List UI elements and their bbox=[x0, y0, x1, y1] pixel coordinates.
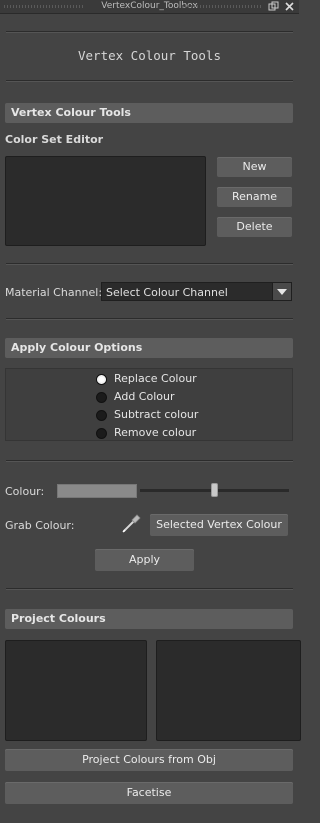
frame-project-colours[interactable]: Project Colours bbox=[5, 609, 293, 629]
colour-label: Colour: bbox=[5, 485, 45, 498]
source-object-list[interactable] bbox=[5, 640, 147, 741]
separator bbox=[6, 588, 293, 590]
material-channel-selected: Select Colour Channel bbox=[106, 286, 228, 299]
close-icon[interactable] bbox=[284, 1, 295, 12]
apply-button[interactable]: Apply bbox=[95, 549, 194, 571]
radio-label: Remove colour bbox=[114, 426, 197, 439]
window-titlebar[interactable]: VertexColour_Toolbox bbox=[0, 0, 299, 14]
colour-swatch[interactable] bbox=[57, 484, 137, 498]
new-button[interactable]: New bbox=[217, 157, 292, 177]
separator bbox=[6, 31, 293, 33]
radio-unselected-icon[interactable] bbox=[96, 392, 107, 403]
color-set-list[interactable] bbox=[5, 156, 206, 246]
material-channel-dropdown[interactable]: Select Colour Channel bbox=[101, 282, 292, 301]
radio-selected-icon[interactable] bbox=[96, 374, 107, 385]
facetise-button[interactable]: Facetise bbox=[5, 782, 293, 804]
frame-vertex-colour-tools[interactable]: Vertex Colour Tools bbox=[5, 103, 293, 123]
target-object-list[interactable] bbox=[156, 640, 301, 741]
radio-unselected-icon[interactable] bbox=[96, 410, 107, 421]
eyedropper-icon[interactable] bbox=[120, 512, 142, 534]
page-title: Vertex Colour Tools bbox=[78, 48, 221, 63]
material-channel-label: Material Channel: bbox=[5, 286, 103, 299]
grab-colour-label: Grab Colour: bbox=[5, 519, 75, 532]
radio-label: Replace Colour bbox=[114, 372, 197, 385]
delete-button[interactable]: Delete bbox=[217, 217, 292, 237]
project-colours-from-obj-button[interactable]: Project Colours from Obj bbox=[5, 749, 293, 771]
chevron-down-icon[interactable] bbox=[272, 283, 291, 300]
frame-apply-colour-options[interactable]: Apply Colour Options bbox=[5, 338, 293, 358]
radio-unselected-icon[interactable] bbox=[96, 428, 107, 439]
colour-slider-handle[interactable] bbox=[211, 483, 218, 497]
separator bbox=[6, 263, 293, 265]
selected-vertex-colour-button[interactable]: Selected Vertex Colour bbox=[150, 514, 288, 536]
separator bbox=[6, 80, 293, 82]
rename-button[interactable]: Rename bbox=[217, 187, 292, 207]
radio-label: Add Colour bbox=[114, 390, 175, 403]
color-set-editor-label: Color Set Editor bbox=[5, 133, 104, 146]
separator bbox=[6, 460, 293, 462]
radio-label: Subtract colour bbox=[114, 408, 199, 421]
float-window-icon[interactable] bbox=[268, 1, 279, 12]
separator bbox=[6, 318, 293, 320]
drag-grip-right[interactable] bbox=[182, 5, 262, 8]
